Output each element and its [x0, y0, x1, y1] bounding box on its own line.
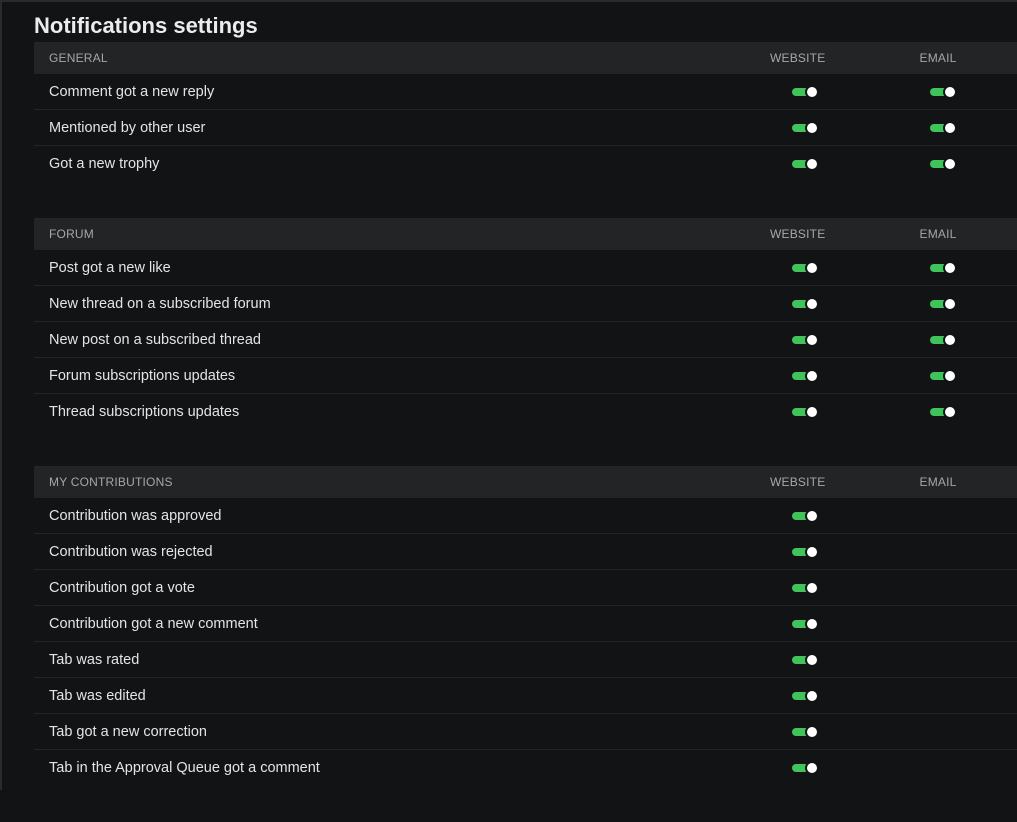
section-forum: FORUM WEBSITE EMAIL Post got a new like New …: [34, 218, 1017, 430]
toggle-knob: [943, 121, 957, 135]
toggle-knob: [943, 369, 957, 383]
website-toggle[interactable]: [792, 333, 820, 347]
website-toggle[interactable]: [792, 689, 820, 703]
website-toggle[interactable]: [792, 761, 820, 775]
notification-row: Mentioned by other user: [34, 110, 1017, 146]
toggle-knob: [805, 121, 819, 135]
column-header-email: EMAIL: [919, 475, 957, 489]
column-header-email: EMAIL: [919, 51, 957, 65]
email-toggle[interactable]: [930, 405, 958, 419]
section-my-contributions: MY CONTRIBUTIONS WEBSITE EMAIL Contribution…: [34, 466, 1017, 786]
notification-row: Contribution was approved: [34, 498, 1017, 534]
toggle-knob: [805, 261, 819, 275]
website-toggle[interactable]: [792, 85, 820, 99]
section-general: GENERAL WEBSITE EMAIL Comment got a new rep…: [34, 42, 1017, 182]
notification-label: Mentioned by other user: [49, 119, 206, 136]
email-toggle[interactable]: [930, 369, 958, 383]
notification-row: Tab got a new correction: [34, 714, 1017, 750]
column-header-website: WEBSITE: [770, 227, 826, 241]
website-toggle[interactable]: [792, 581, 820, 595]
column-header-website: WEBSITE: [770, 475, 826, 489]
notification-label: New thread on a subscribed forum: [49, 295, 271, 312]
section-header: MY CONTRIBUTIONS WEBSITE EMAIL: [34, 466, 1017, 498]
notification-row: Post got a new like: [34, 250, 1017, 286]
toggle-knob: [943, 85, 957, 99]
notifications-page: Notifications settings GENERAL WEBSITE EMA…: [34, 0, 1017, 822]
website-toggle[interactable]: [792, 121, 820, 135]
notification-label: Contribution got a vote: [49, 579, 195, 596]
notification-label: Thread subscriptions updates: [49, 404, 240, 420]
toggle-knob: [805, 509, 819, 523]
toggle-knob: [805, 405, 819, 419]
notification-row: Contribution got a vote: [34, 570, 1017, 606]
website-toggle[interactable]: [792, 369, 820, 383]
email-toggle[interactable]: [930, 157, 958, 171]
toggle-knob: [805, 689, 819, 703]
section-title: MY CONTRIBUTIONS: [49, 475, 173, 489]
notification-row: Comment got a new reply: [34, 74, 1017, 110]
notification-row: Tab in the Approval Queue got a comment: [34, 750, 1017, 786]
toggle-knob: [805, 369, 819, 383]
toggle-knob: [805, 725, 819, 739]
toggle-knob: [805, 157, 819, 171]
notification-row: Tab was rated: [34, 642, 1017, 678]
toggle-knob: [805, 653, 819, 667]
sections-container: GENERAL WEBSITE EMAIL Comment got a new rep…: [34, 42, 1017, 786]
page-title: Notifications settings: [34, 13, 258, 38]
website-toggle[interactable]: [792, 261, 820, 275]
website-toggle[interactable]: [792, 157, 820, 171]
website-toggle[interactable]: [792, 725, 820, 739]
notification-row: Forum subscriptions updates: [34, 358, 1017, 394]
toggle-knob: [943, 405, 957, 419]
notification-label: Tab was edited: [49, 687, 146, 704]
toggle-knob: [943, 333, 957, 347]
email-toggle[interactable]: [930, 85, 958, 99]
toggle-knob: [805, 85, 819, 99]
website-toggle[interactable]: [792, 545, 820, 559]
toggle-knob: [943, 297, 957, 311]
website-toggle[interactable]: [792, 509, 820, 523]
toggle-knob: [805, 761, 819, 775]
website-toggle[interactable]: [792, 405, 820, 419]
notification-row: Thread subscriptions updates: [34, 394, 1017, 430]
toggle-knob: [805, 581, 819, 595]
section-header: GENERAL WEBSITE EMAIL: [34, 42, 1017, 74]
notification-label: Contribution got a new comment: [49, 615, 258, 632]
notification-row: Got a new trophy: [34, 146, 1017, 182]
email-toggle[interactable]: [930, 261, 958, 275]
section-title: GENERAL: [49, 51, 108, 65]
notification-label: Tab in the Approval Queue got a comment: [49, 760, 320, 776]
notification-row: Contribution got a new comment: [34, 606, 1017, 642]
column-header-email: EMAIL: [919, 227, 957, 241]
website-toggle[interactable]: [792, 653, 820, 667]
window-left-border: [0, 0, 2, 790]
notification-label: Got a new trophy: [49, 156, 160, 172]
column-header-website: WEBSITE: [770, 51, 826, 65]
notification-row: Contribution was rejected: [34, 534, 1017, 570]
email-toggle[interactable]: [930, 121, 958, 135]
toggle-knob: [805, 297, 819, 311]
notification-label: Tab was rated: [49, 651, 140, 668]
toggle-knob: [943, 261, 957, 275]
section-title: FORUM: [49, 227, 94, 241]
notification-label: Comment got a new reply: [49, 83, 215, 100]
notification-label: Forum subscriptions updates: [49, 367, 236, 384]
notification-row: New post on a subscribed thread: [34, 322, 1017, 358]
notification-row: New thread on a subscribed forum: [34, 286, 1017, 322]
section-header: FORUM WEBSITE EMAIL: [34, 218, 1017, 250]
website-toggle[interactable]: [792, 617, 820, 631]
notification-label: Contribution was approved: [49, 507, 222, 524]
notification-label: Post got a new like: [49, 259, 171, 276]
toggle-knob: [805, 333, 819, 347]
notification-label: New post on a subscribed thread: [49, 331, 261, 348]
website-toggle[interactable]: [792, 297, 820, 311]
toggle-knob: [943, 157, 957, 171]
notification-row: Tab was edited: [34, 678, 1017, 714]
toggle-knob: [805, 545, 819, 559]
toggle-knob: [805, 617, 819, 631]
email-toggle[interactable]: [930, 297, 958, 311]
notification-label: Contribution was rejected: [49, 543, 213, 560]
notification-label: Tab got a new correction: [49, 723, 207, 740]
email-toggle[interactable]: [930, 333, 958, 347]
